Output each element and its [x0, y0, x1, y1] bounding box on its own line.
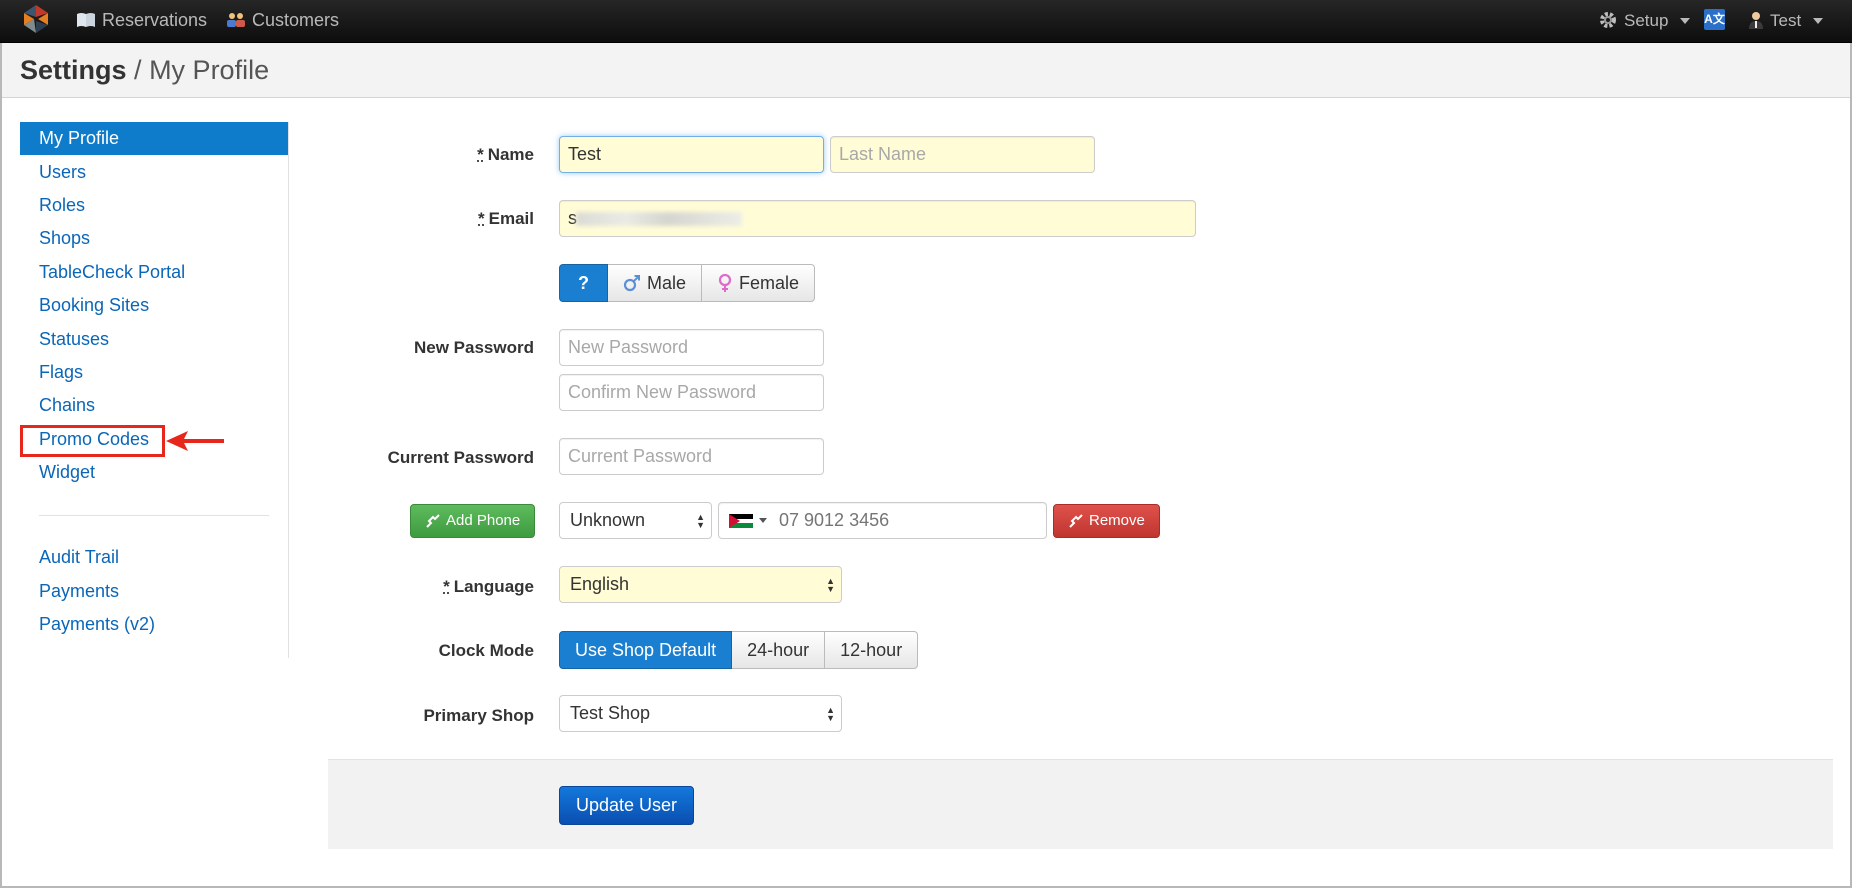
sidebar-item-booking-sites[interactable]: Booking Sites: [20, 289, 288, 322]
clock-mode-12-hour-button[interactable]: 12-hour: [825, 631, 919, 669]
current-password-label: Current Password: [387, 448, 534, 467]
gender-toggle: ? Male Female: [559, 264, 816, 302]
phone-number-field: [718, 502, 1047, 539]
top-navbar: Reservations Customers Setup A文 Test: [0, 0, 1852, 43]
nav-customers-label: Customers: [252, 9, 340, 30]
gear-icon: [1600, 12, 1616, 28]
clock-mode-toggle: Use Shop Default 24-hour 12-hour: [559, 631, 919, 669]
confirm-password-input[interactable]: [559, 374, 824, 411]
breadcrumb-section: Settings: [20, 55, 127, 85]
chevron-down-icon: [1813, 18, 1824, 24]
nav-user-dropdown[interactable]: Test: [1748, 0, 1824, 40]
nav-setup-dropdown[interactable]: Setup: [1598, 0, 1691, 40]
update-user-button[interactable]: Update User: [559, 786, 695, 825]
name-label: * Name: [477, 145, 534, 164]
gender-female-button[interactable]: Female: [702, 264, 816, 302]
chevron-down-icon: [759, 518, 767, 523]
gender-unknown-button[interactable]: ?: [559, 264, 608, 302]
language-label: * Language: [443, 577, 534, 596]
sidebar-item-tablecheck-portal[interactable]: TableCheck Portal: [20, 256, 288, 289]
chevron-down-icon: [1680, 18, 1691, 24]
female-icon: [718, 273, 732, 292]
flag-icon: [729, 513, 753, 528]
language-select[interactable]: English ▲ ▼: [559, 566, 842, 603]
phone-icon: [426, 514, 440, 528]
form-actions-bar: Update User: [328, 759, 1833, 849]
select-arrows-icon: ▲ ▼: [696, 512, 705, 530]
remove-phone-button[interactable]: Remove: [1053, 504, 1160, 538]
new-password-input[interactable]: [559, 329, 824, 366]
translate-icon[interactable]: A文: [1704, 9, 1725, 30]
annotation-arrow-icon: [166, 431, 224, 451]
nav-reservations-label: Reservations: [102, 9, 208, 30]
last-name-input[interactable]: [830, 136, 1095, 173]
clock-mode-shop-default-button[interactable]: Use Shop Default: [559, 631, 733, 669]
breadcrumb-separator: /: [134, 55, 142, 85]
email-label: * Email: [478, 209, 534, 228]
page-header: Settings / My Profile: [2, 43, 1850, 98]
phone-number-input[interactable]: [779, 510, 1019, 531]
customers-icon: [227, 13, 245, 27]
select-arrows-icon: ▲ ▼: [826, 576, 835, 594]
user-icon: [1749, 12, 1763, 29]
country-flag-dropdown[interactable]: [729, 513, 767, 528]
nav-customers[interactable]: Customers: [226, 0, 339, 40]
select-arrows-icon: ▲ ▼: [826, 705, 835, 723]
new-password-label: New Password: [414, 338, 534, 357]
nav-setup-label: Setup: [1624, 10, 1669, 30]
phone-icon: [1069, 514, 1083, 528]
page-title: Settings / My Profile: [20, 55, 269, 86]
sidebar-divider: [39, 515, 269, 516]
annotation-highlight-box: [20, 425, 165, 457]
nav-reservations[interactable]: Reservations: [76, 0, 207, 40]
primary-shop-label: Primary Shop: [423, 706, 534, 725]
book-icon: [77, 13, 95, 27]
app-logo-icon[interactable]: [20, 3, 52, 35]
primary-shop-select[interactable]: Test Shop ▲ ▼: [559, 695, 842, 732]
clock-mode-24-hour-button[interactable]: 24-hour: [732, 631, 826, 669]
gender-male-button[interactable]: Male: [608, 264, 703, 302]
first-name-input[interactable]: [559, 136, 824, 173]
sidebar-item-payments-v2[interactable]: Payments (v2): [20, 608, 288, 641]
phone-type-select[interactable]: Unknown ▲ ▼: [559, 502, 712, 539]
current-password-input[interactable]: [559, 438, 824, 475]
sidebar-item-audit-trail[interactable]: Audit Trail: [20, 541, 288, 574]
nav-user-label: Test: [1770, 10, 1802, 30]
breadcrumb-page: My Profile: [149, 55, 270, 85]
male-icon: [623, 275, 640, 292]
sidebar-item-chains[interactable]: Chains: [20, 389, 288, 422]
redacted-email-blur: [576, 212, 742, 226]
clock-mode-label: Clock Mode: [438, 641, 534, 660]
sidebar-item-flags[interactable]: Flags: [20, 356, 288, 389]
add-phone-button[interactable]: Add Phone: [410, 504, 536, 538]
